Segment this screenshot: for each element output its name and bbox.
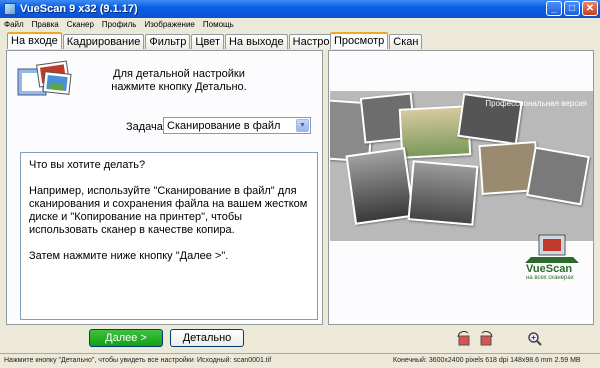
chevron-down-icon[interactable]: ▼ <box>296 119 309 132</box>
hint-line-1: Для детальной настройки <box>113 68 245 80</box>
task-select[interactable]: Сканирование в файл ▼ <box>163 117 311 134</box>
help-paragraph-3: Затем нажмите ниже кнопку "Далее >". <box>29 250 229 262</box>
rotate-left-icon[interactable] <box>456 331 472 347</box>
preview-panel: Профессиональная версия VueScan на всех … <box>328 50 594 325</box>
detail-button[interactable]: Детально <box>170 329 244 347</box>
help-paragraph-2: Например, используйте "Сканирование в фа… <box>29 185 308 236</box>
preview-image: Профессиональная версия <box>330 91 593 241</box>
status-final: Конечный: 3600x2400 pixels 618 dpi 148x9… <box>393 357 581 364</box>
rotate-right-icon[interactable] <box>478 331 494 347</box>
menu-file[interactable]: Файл <box>4 20 24 29</box>
hint-line-2: нажмите кнопку Детально. <box>111 81 247 93</box>
brand-text: VueScan на всех сканерах <box>526 263 574 281</box>
tab-output[interactable]: На выходе <box>224 34 288 49</box>
left-tab-bar: На входе Кадрирование Фильтр Цвет На вых… <box>7 32 352 49</box>
menu-scanner[interactable]: Сканер <box>67 20 94 29</box>
status-hint: Нажмите кнопку "Детально", чтобы увидеть… <box>4 357 194 364</box>
zoom-in-icon[interactable] <box>527 331 543 347</box>
status-source: Исходный: scan0001.tif <box>197 357 272 364</box>
hint-text: Для детальной настройки нажмите кнопку Д… <box>79 68 279 94</box>
tab-input[interactable]: На входе <box>7 32 62 49</box>
app-icon <box>4 3 16 15</box>
maximize-button[interactable]: □ <box>564 1 580 16</box>
status-bar: Нажмите кнопку "Детально", чтобы увидеть… <box>0 353 600 368</box>
photos-icon <box>17 60 72 96</box>
task-select-value: Сканирование в файл <box>167 119 281 132</box>
tab-color[interactable]: Цвет <box>191 34 224 49</box>
title-bar: VueScan 9 x32 (9.1.17) _ □ ✕ <box>0 0 600 18</box>
menu-bar: Файл Правка Сканер Профиль Изображение П… <box>0 18 600 30</box>
input-panel: Для детальной настройки нажмите кнопку Д… <box>6 50 323 325</box>
menu-image[interactable]: Изображение <box>144 20 194 29</box>
window-title: VueScan 9 x32 (9.1.17) <box>20 3 138 15</box>
tab-filter[interactable]: Фильтр <box>145 34 191 49</box>
menu-help[interactable]: Помощь <box>203 20 234 29</box>
help-text-box: Что вы хотите делать? Например, использу… <box>20 152 318 320</box>
menu-edit[interactable]: Правка <box>32 20 59 29</box>
tab-crop[interactable]: Кадрирование <box>62 34 145 49</box>
task-label: Задача: <box>126 121 166 133</box>
next-button[interactable]: Далее > <box>89 329 163 347</box>
tab-scan[interactable]: Скан <box>389 34 423 49</box>
tab-preview[interactable]: Просмотр <box>330 32 389 49</box>
right-tab-bar: Просмотр Скан <box>330 32 423 49</box>
menu-profile[interactable]: Профиль <box>102 20 137 29</box>
pro-version-label: Профессиональная версия <box>485 99 587 108</box>
close-button[interactable]: ✕ <box>582 1 598 16</box>
minimize-button[interactable]: _ <box>546 1 562 16</box>
help-paragraph-1: Что вы хотите делать? <box>29 159 146 171</box>
